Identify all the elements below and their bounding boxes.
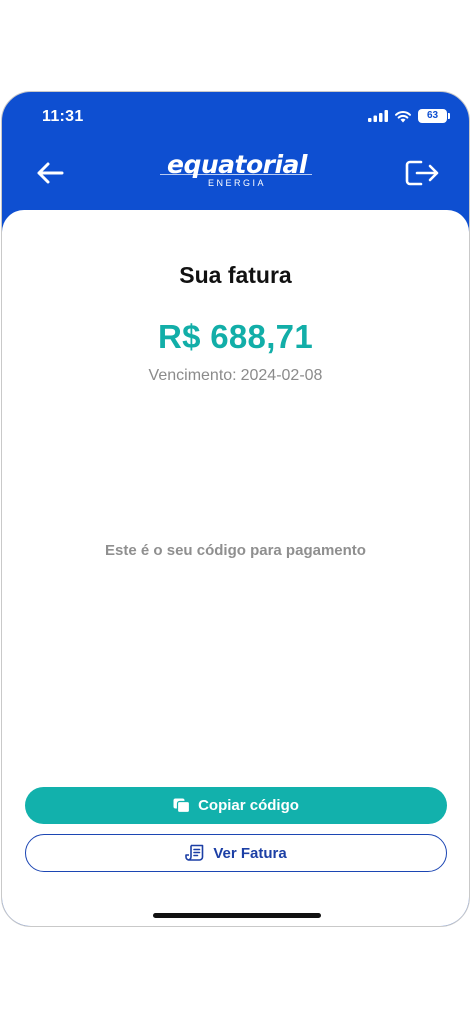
invoice-content: Sua fatura R$ 688,71 Vencimento: 2024-02-…	[2, 210, 469, 926]
app-header: equatorial ENERGIA	[2, 144, 469, 210]
view-invoice-button[interactable]: Ver Fatura	[25, 834, 447, 872]
copy-icon	[173, 798, 191, 813]
due-label: Vencimento:	[148, 367, 237, 384]
due-date-row: Vencimento: 2024-02-08	[2, 367, 469, 385]
logo-swoosh	[160, 174, 312, 175]
invoice-amount: R$ 688,71	[158, 318, 313, 355]
cellular-signal-icon	[368, 110, 388, 122]
copy-code-button[interactable]: Copiar código	[25, 787, 447, 824]
logo-subtext: ENERGIA	[207, 178, 266, 188]
payment-code-label: Este é o seu código para pagamento	[105, 542, 366, 559]
battery-icon: 63	[418, 109, 450, 123]
home-indicator[interactable]	[153, 913, 321, 918]
back-button[interactable]	[32, 158, 68, 188]
status-time: 11:31	[42, 108, 84, 125]
due-date: 2024-02-08	[240, 367, 323, 384]
invoice-icon	[185, 844, 204, 861]
view-invoice-label: Ver Fatura	[213, 844, 287, 862]
status-bar: 11:31 63	[2, 92, 469, 144]
logout-icon	[405, 160, 439, 186]
page-title: Sua fatura	[179, 262, 292, 288]
status-icons: 63	[368, 109, 450, 123]
wifi-icon	[395, 110, 411, 122]
equatorial-logo: equatorial ENERGIA	[152, 152, 322, 192]
phone-screen: 11:31 63 equatorial ENERGIA Sua fatura R…	[1, 91, 470, 927]
arrow-left-icon	[37, 162, 64, 184]
copy-code-label: Copiar código	[198, 797, 299, 814]
logout-button[interactable]	[403, 156, 441, 190]
